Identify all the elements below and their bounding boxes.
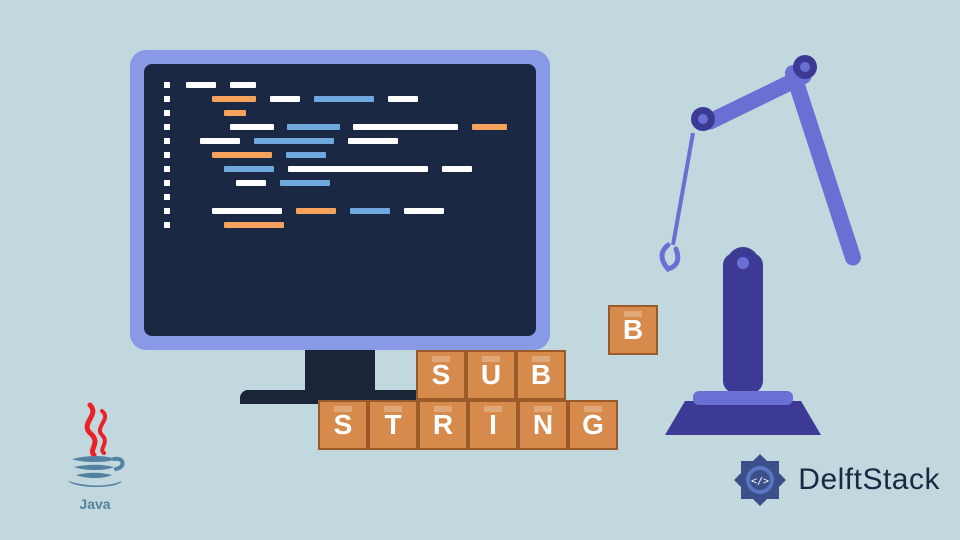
- code-line: [164, 96, 516, 102]
- letter-box: S: [416, 350, 466, 400]
- delftstack-logo-text: DelftStack: [798, 463, 940, 497]
- letter-box: U: [466, 350, 516, 400]
- robot-arm: [615, 105, 865, 455]
- code-line: [164, 138, 516, 144]
- code-token: [224, 222, 284, 228]
- letter-boxes-stack: SUB STRING: [318, 350, 618, 450]
- code-line: [164, 124, 516, 130]
- letter-box: R: [418, 400, 468, 450]
- code-line: [164, 166, 516, 172]
- code-token: [230, 82, 256, 88]
- gutter-dot-icon: [164, 208, 170, 214]
- letter-box-char: U: [481, 359, 501, 391]
- code-token: [314, 96, 374, 102]
- java-logo-text: Java: [35, 496, 155, 512]
- code-token: [348, 138, 398, 144]
- letter-box-char: G: [582, 409, 604, 441]
- code-token: [224, 166, 274, 172]
- svg-text:</>: </>: [751, 476, 769, 487]
- code-token: [212, 96, 256, 102]
- gutter-dot-icon: [164, 138, 170, 144]
- letter-box: G: [568, 400, 618, 450]
- gutter-dot-icon: [164, 222, 170, 228]
- letter-box: N: [518, 400, 568, 450]
- letter-box: B: [516, 350, 566, 400]
- delftstack-logo: </> DelftStack: [730, 450, 940, 510]
- code-token: [270, 96, 300, 102]
- code-token: [200, 138, 240, 144]
- code-token: [388, 96, 418, 102]
- letter-box-char: R: [433, 409, 453, 441]
- gutter-dot-icon: [164, 194, 170, 200]
- code-token: [224, 110, 246, 116]
- code-line: [164, 222, 516, 228]
- code-token: [286, 152, 326, 158]
- code-token: [212, 208, 282, 214]
- code-token: [472, 124, 507, 130]
- letter-box-char: S: [432, 359, 451, 391]
- letter-box-char: N: [533, 409, 553, 441]
- letter-box-char: I: [489, 409, 497, 441]
- monitor-frame: [130, 50, 550, 350]
- gutter-dot-icon: [164, 110, 170, 116]
- gutter-dot-icon: [164, 180, 170, 186]
- code-token: [236, 180, 266, 186]
- gutter-dot-icon: [164, 152, 170, 158]
- code-token: [404, 208, 444, 214]
- gutter-dot-icon: [164, 166, 170, 172]
- gutter-dot-icon: [164, 82, 170, 88]
- letter-box: I: [468, 400, 518, 450]
- letter-box-char: B: [531, 359, 551, 391]
- code-line: [164, 208, 516, 214]
- code-token: [296, 208, 336, 214]
- code-token: [186, 82, 216, 88]
- letter-box-char: T: [384, 409, 401, 441]
- code-token: [230, 124, 274, 130]
- java-steam-cup-icon: [60, 401, 130, 491]
- code-line: [164, 110, 516, 116]
- monitor-screen: [144, 64, 536, 336]
- letter-box-char: S: [334, 409, 353, 441]
- code-line: [164, 194, 516, 200]
- java-logo: Java: [35, 401, 155, 512]
- code-token: [353, 124, 458, 130]
- gutter-dot-icon: [164, 96, 170, 102]
- code-line: [164, 152, 516, 158]
- letter-box: T: [368, 400, 418, 450]
- letter-box: S: [318, 400, 368, 450]
- code-token: [287, 124, 340, 130]
- code-line: [164, 180, 516, 186]
- delftstack-icon: </>: [730, 450, 790, 510]
- code-token: [442, 166, 472, 172]
- code-line: [164, 82, 516, 88]
- code-token: [254, 138, 334, 144]
- code-token: [212, 152, 272, 158]
- gutter-dot-icon: [164, 124, 170, 130]
- code-token: [350, 208, 390, 214]
- code-token: [288, 166, 428, 172]
- code-token: [280, 180, 330, 186]
